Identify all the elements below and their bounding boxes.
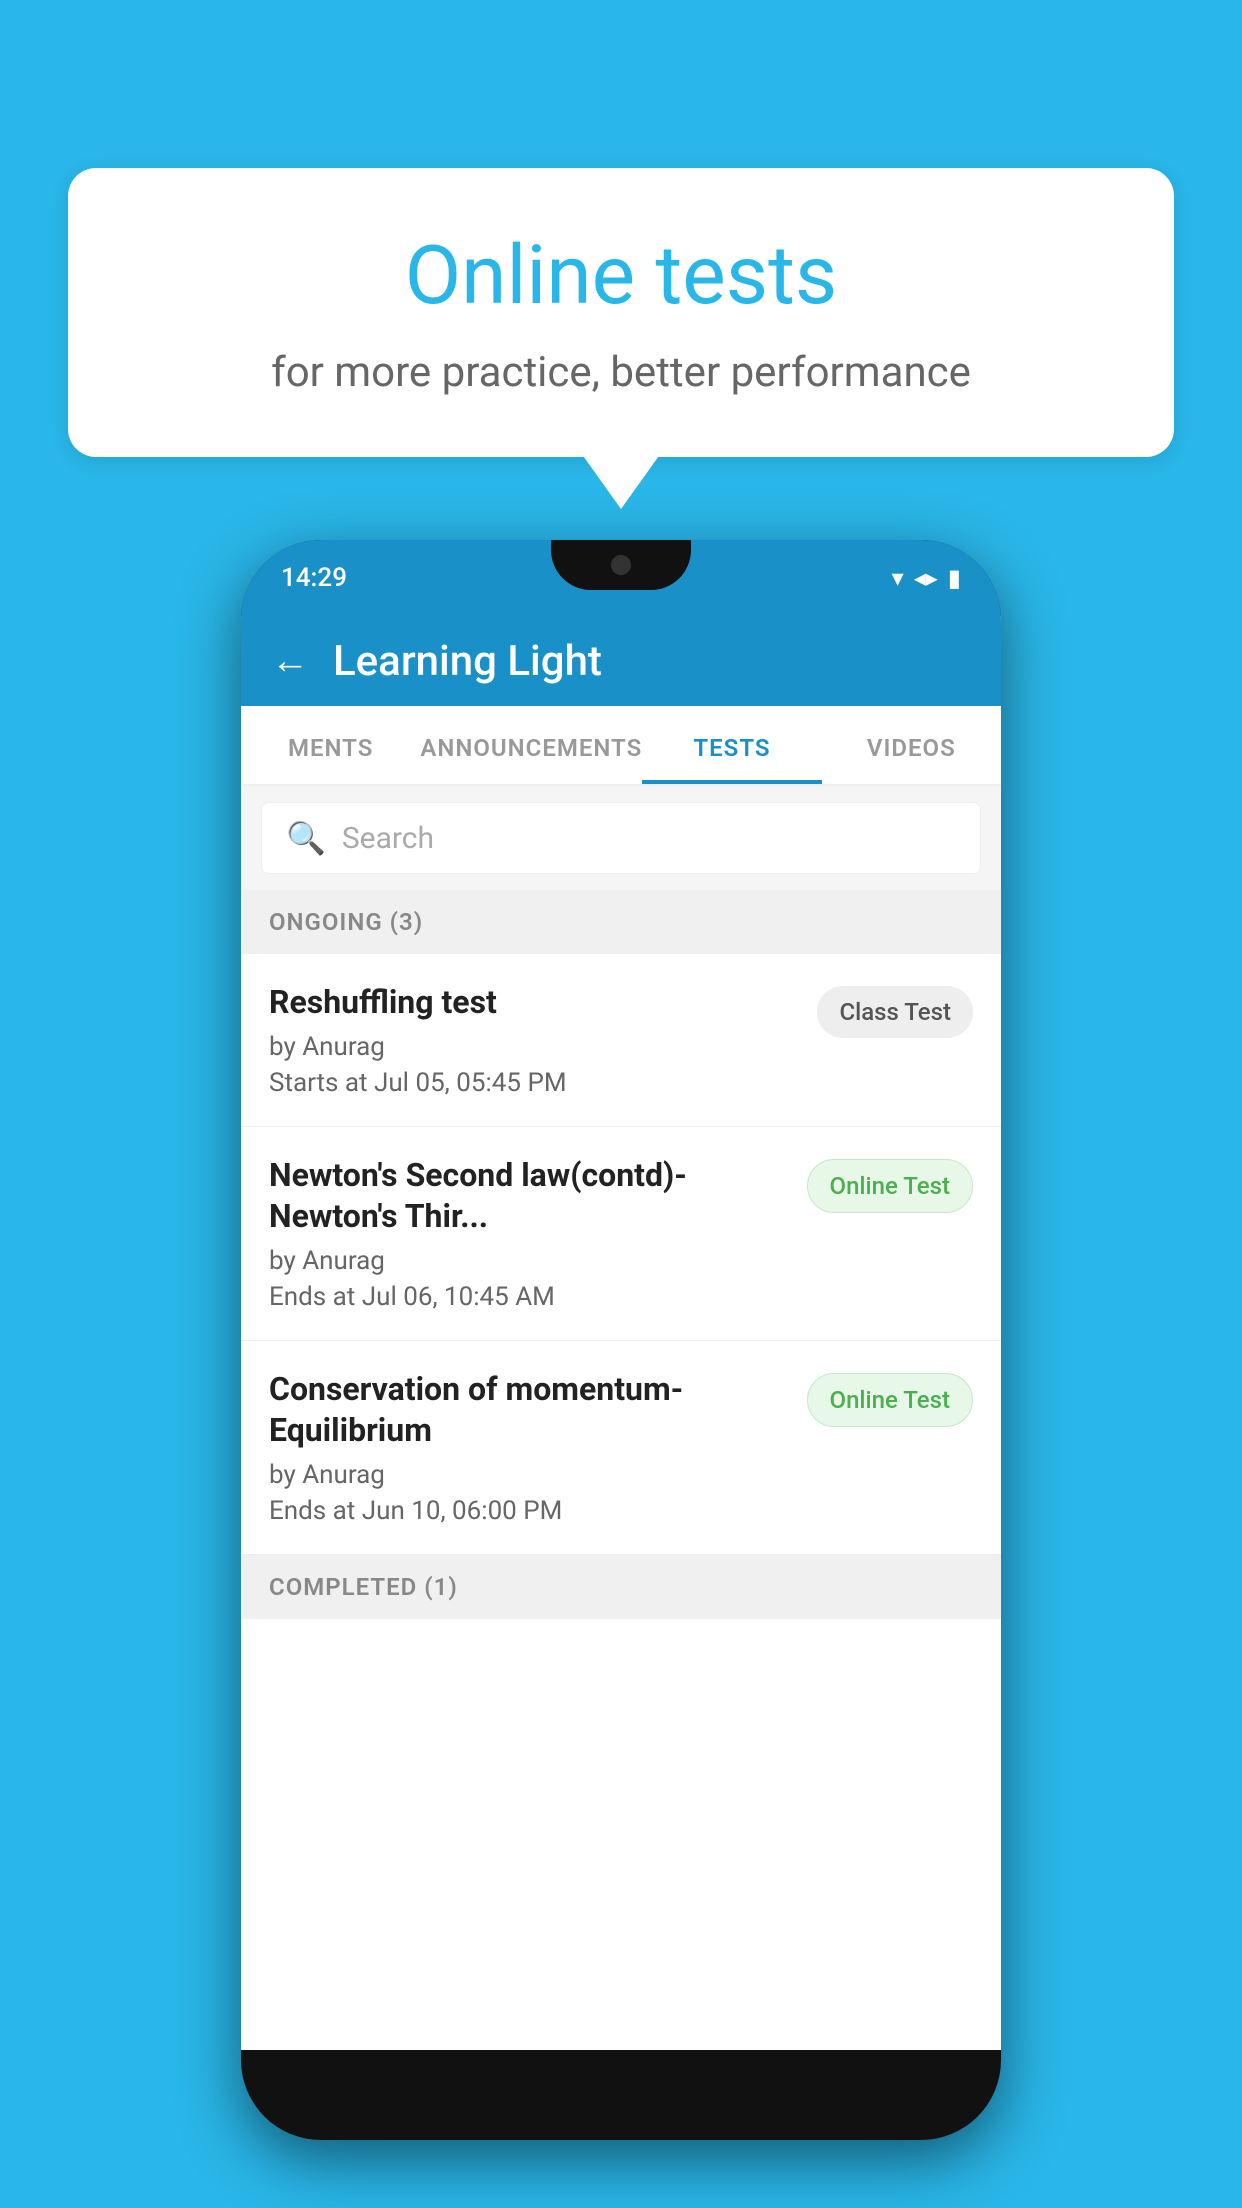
speech-bubble: Online tests for more practice, better p… <box>68 168 1174 457</box>
app-title: Learning Light <box>333 637 602 686</box>
test-name-1: Reshuffling test <box>269 982 801 1024</box>
battery-icon: ▮ <box>948 564 961 592</box>
test-badge-2: Online Test <box>807 1159 973 1213</box>
test-time-2: Ends at Jul 06, 10:45 AM <box>269 1282 791 1312</box>
test-list: Reshuffling test by Anurag Starts at Jul… <box>241 954 1001 1619</box>
phone-notch <box>551 540 691 590</box>
test-time-1: Starts at Jul 05, 05:45 PM <box>269 1068 801 1098</box>
search-placeholder: Search <box>342 821 434 856</box>
ongoing-section-label: ONGOING (3) <box>241 890 1001 954</box>
test-info-3: Conservation of momentum-Equilibrium by … <box>269 1369 791 1526</box>
test-name-3: Conservation of momentum-Equilibrium <box>269 1369 791 1452</box>
phone-screen: ← Learning Light MENTS ANNOUNCEMENTS TES… <box>241 616 1001 2050</box>
status-time: 14:29 <box>281 563 347 593</box>
phone-camera <box>611 555 631 575</box>
test-info-1: Reshuffling test by Anurag Starts at Jul… <box>269 982 801 1098</box>
test-by-1: by Anurag <box>269 1032 801 1062</box>
bubble-subtitle: for more practice, better performance <box>148 348 1094 397</box>
search-icon: 🔍 <box>286 819 326 857</box>
tabs-bar: MENTS ANNOUNCEMENTS TESTS VIDEOS <box>241 706 1001 786</box>
test-name-2: Newton's Second law(contd)-Newton's Thir… <box>269 1155 791 1238</box>
tab-ments[interactable]: MENTS <box>241 706 420 784</box>
phone-device: 14:29 ▾ ◂▸ ▮ ← Learning Light MENTS ANNO… <box>241 540 1001 2140</box>
tab-announcements[interactable]: ANNOUNCEMENTS <box>420 706 642 784</box>
tab-videos[interactable]: VIDEOS <box>822 706 1001 784</box>
test-time-3: Ends at Jun 10, 06:00 PM <box>269 1496 791 1526</box>
test-item-newton[interactable]: Newton's Second law(contd)-Newton's Thir… <box>241 1127 1001 1341</box>
test-item-reshuffling[interactable]: Reshuffling test by Anurag Starts at Jul… <box>241 954 1001 1127</box>
search-container: 🔍 Search <box>241 786 1001 890</box>
test-by-2: by Anurag <box>269 1246 791 1276</box>
completed-section-label: COMPLETED (1) <box>241 1555 1001 1619</box>
test-item-conservation[interactable]: Conservation of momentum-Equilibrium by … <box>241 1341 1001 1555</box>
status-icons: ▾ ◂▸ ▮ <box>892 564 961 592</box>
search-box[interactable]: 🔍 Search <box>261 802 981 874</box>
app-header: ← Learning Light <box>241 616 1001 706</box>
signal-icon: ◂▸ <box>914 564 938 592</box>
back-button[interactable]: ← <box>271 639 309 683</box>
bubble-title: Online tests <box>148 228 1094 324</box>
test-by-3: by Anurag <box>269 1460 791 1490</box>
wifi-icon: ▾ <box>892 564 904 592</box>
status-bar: 14:29 ▾ ◂▸ ▮ <box>241 540 1001 616</box>
test-badge-1: Class Test <box>817 986 973 1038</box>
test-badge-3: Online Test <box>807 1373 973 1427</box>
tab-tests[interactable]: TESTS <box>642 706 821 784</box>
test-info-2: Newton's Second law(contd)-Newton's Thir… <box>269 1155 791 1312</box>
